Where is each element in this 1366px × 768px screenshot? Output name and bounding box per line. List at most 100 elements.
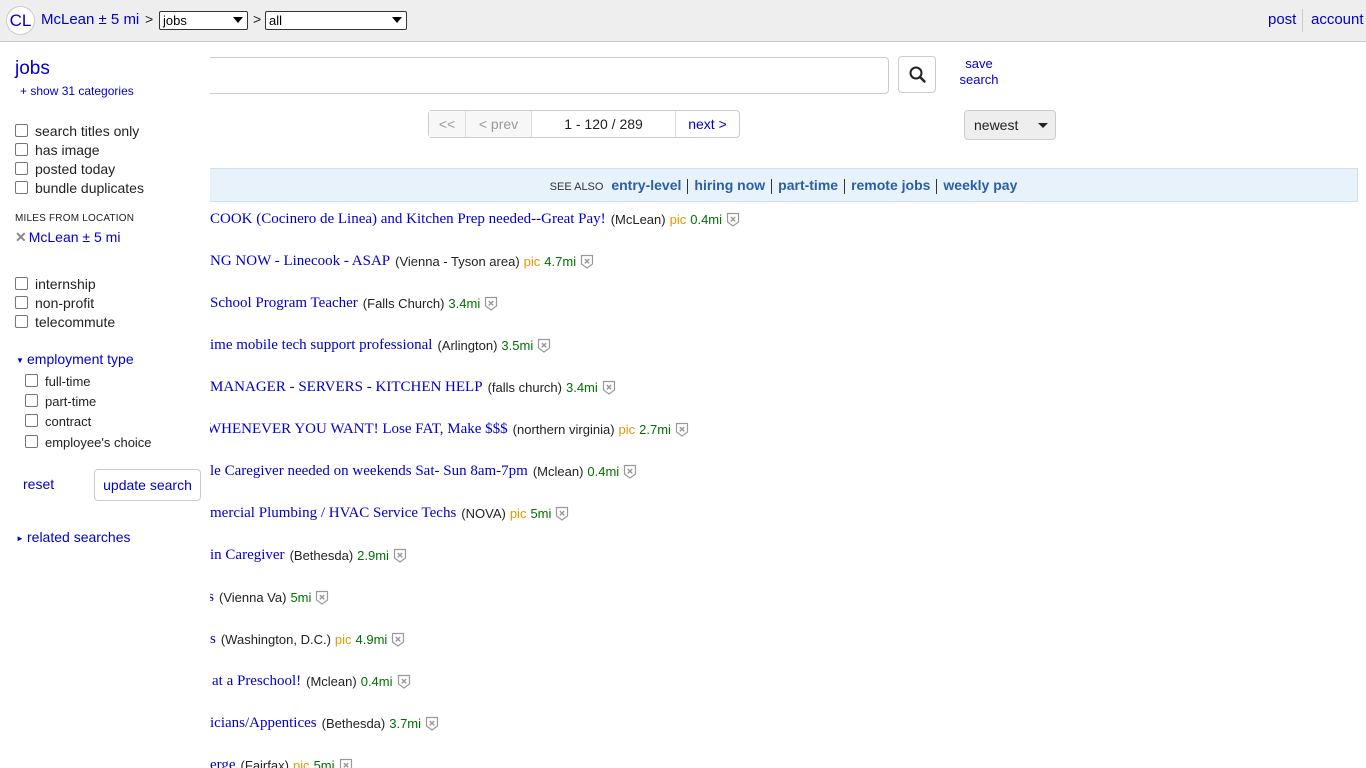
listing-title-link[interactable]: Part-time mobile tech support profession… (210, 337, 432, 354)
related-searches-toggle[interactable]: related searches (27, 529, 131, 545)
telecommute-label: telecommute (35, 314, 116, 330)
listing-distance: 5mi (530, 506, 552, 521)
save-search-link[interactable]: save search (956, 56, 1002, 88)
update-search-button[interactable]: update search (94, 469, 201, 501)
craigslist-logo[interactable]: CL (6, 6, 35, 35)
hide-listing-icon[interactable] (602, 380, 616, 395)
listing-title-link[interactable]: Concierge (210, 757, 236, 768)
prev-page-button[interactable]: < prev (466, 111, 532, 137)
hide-listing-icon[interactable] (555, 506, 569, 521)
see-also-remote-jobs[interactable]: remote jobs (851, 177, 930, 193)
listing-row: Live-in Caregiver (Bethesda) 2.9mi (210, 547, 407, 564)
listing-title-link[interactable]: HIRING NOW - Linecook - ASAP (210, 253, 390, 270)
listing-title-link[interactable]: WORK WHENEVER YOU WANT! Lose FAT, Make $… (210, 421, 508, 438)
listing-neighborhood: (Falls Church) (362, 296, 445, 311)
listing-pic-tag: pic (523, 254, 541, 269)
listing-title-link[interactable]: Servers (210, 589, 214, 606)
posted-today-checkbox[interactable] (15, 162, 28, 175)
hide-listing-icon[interactable] (484, 296, 498, 311)
see-also-weekly-pay[interactable]: weekly pay (943, 177, 1017, 193)
has-image-label: has image (35, 142, 100, 158)
breadcrumb-separator: > (253, 11, 262, 27)
telecommute-checkbox[interactable] (15, 315, 28, 328)
listing-row: Concierge (Fairfax) pic 5mi (210, 757, 353, 768)
listing-neighborhood: (Vienna - Tyson area) (395, 254, 520, 269)
first-page-button[interactable]: << (429, 111, 466, 137)
listing-title-link[interactable]: Cooks (210, 631, 216, 648)
listing-pic-tag: pic (618, 422, 636, 437)
next-page-button[interactable]: next > (676, 111, 739, 137)
non-profit-label: non-profit (35, 295, 95, 311)
listing-row: Electricians/Appentices (Bethesda) 3.7mi (210, 715, 439, 732)
part-time-checkbox[interactable] (25, 394, 38, 407)
subcategory-select[interactable]: all (265, 11, 407, 30)
post-link[interactable]: post (1268, 11, 1296, 28)
listing-neighborhood: (Washington, D.C.) (220, 632, 331, 647)
search-button[interactable] (898, 56, 936, 93)
breadcrumb-separator: > (145, 11, 154, 27)
category-select[interactable]: jobs (159, 11, 248, 30)
listing-title-link[interactable]: Commercial Plumbing / HVAC Service Techs (210, 505, 456, 522)
divider (844, 178, 846, 194)
listing-title-link[interactable]: KITCHEN MANAGER - SERVERS - KITCHEN HELP (210, 379, 483, 396)
pagination: << < prev 1 - 120 / 289 next > (428, 110, 740, 138)
hide-listing-icon[interactable] (391, 632, 405, 647)
listing-title-link[interactable]: Electricians/Appentices (210, 715, 317, 732)
listing-row: Teacher at a Preschool! (Mclean) 0.4mi (210, 673, 411, 690)
category-title[interactable]: jobs (15, 58, 50, 80)
listing-title-link[interactable]: After School Program Teacher (210, 295, 358, 312)
listing-neighborhood: (Fairfax) (240, 758, 289, 768)
listing-row: HIRING NOW - Linecook - ASAP (Vienna - Ty… (210, 253, 594, 270)
hide-listing-icon[interactable] (580, 254, 594, 269)
miles-location-link[interactable]: ✕ McLean ± 5 mi (15, 229, 120, 246)
contract-checkbox[interactable] (25, 414, 38, 427)
employees-choice-checkbox[interactable] (25, 435, 38, 448)
hide-listing-icon[interactable] (393, 548, 407, 563)
search-icon (909, 66, 926, 83)
see-also-hiring-now[interactable]: hiring now (694, 177, 765, 193)
internship-checkbox[interactable] (15, 277, 28, 290)
hide-listing-icon[interactable] (726, 212, 740, 227)
search-input[interactable] (210, 57, 889, 94)
listing-title-link[interactable]: Live-in Caregiver (210, 547, 285, 564)
employment-type-toggle[interactable]: employment type (27, 351, 134, 367)
show-categories-link[interactable]: + show 31 categories (20, 84, 134, 98)
subcategory-select-value: all (269, 13, 283, 28)
contract-label: contract (45, 414, 92, 429)
bundle-duplicates-checkbox[interactable] (15, 181, 28, 194)
listing-distance: 3.5mi (501, 338, 534, 353)
location-link[interactable]: McLean ± 5 mi (41, 11, 139, 28)
listing-distance: 5mi (313, 758, 335, 768)
listing-neighborhood: (northern virginia) (512, 422, 615, 437)
listing-title-link[interactable]: Teacher at a Preschool! (210, 673, 301, 690)
hide-listing-icon[interactable] (623, 464, 637, 479)
listing-distance: 3.4mi (565, 380, 598, 395)
sort-select[interactable]: newest (964, 110, 1056, 140)
account-link[interactable]: account (1311, 11, 1364, 28)
listing-neighborhood: (Mclean) (532, 464, 584, 479)
see-also-part-time[interactable]: part-time (778, 177, 838, 193)
hide-listing-icon[interactable] (339, 758, 353, 768)
hide-listing-icon[interactable] (397, 674, 411, 689)
hide-listing-icon[interactable] (315, 590, 329, 605)
non-profit-checkbox[interactable] (15, 296, 28, 309)
triangle-down-icon: ▼ (16, 356, 24, 365)
full-time-checkbox[interactable] (25, 374, 38, 387)
employees-choice-label: employee's choice (45, 435, 152, 450)
full-time-label: full-time (45, 374, 91, 389)
listing-row: LINE COOK (Cocinero de Linea) and Kitche… (210, 211, 740, 228)
hide-listing-icon[interactable] (537, 338, 551, 353)
listing-pic-tag: pic (334, 632, 352, 647)
hide-listing-icon[interactable] (675, 422, 689, 437)
listing-title-link[interactable]: LINE COOK (Cocinero de Linea) and Kitche… (210, 211, 606, 228)
plus-icon: + (20, 84, 31, 98)
reset-button[interactable]: reset (23, 476, 54, 492)
hide-listing-icon[interactable] (425, 716, 439, 731)
listing-distance: 2.7mi (639, 422, 671, 437)
search-titles-only-label: search titles only (35, 123, 140, 139)
see-also-entry-level[interactable]: entry-level (611, 177, 681, 193)
close-icon[interactable]: ✕ (15, 229, 27, 245)
search-titles-only-checkbox[interactable] (15, 124, 28, 137)
listing-title-link[interactable]: Female Caregiver needed on weekends Sat-… (210, 463, 528, 480)
has-image-checkbox[interactable] (15, 143, 28, 156)
